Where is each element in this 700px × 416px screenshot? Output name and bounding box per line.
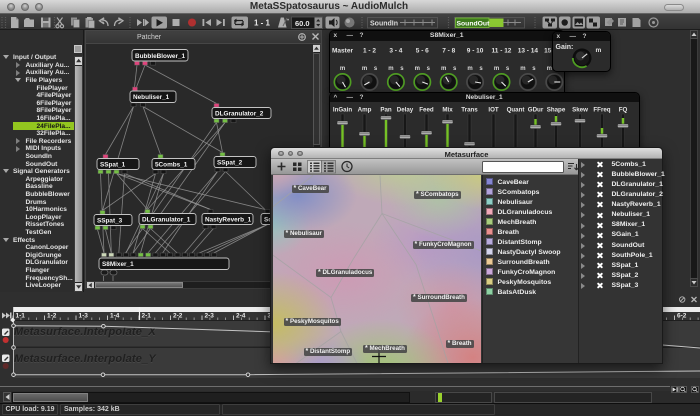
svg-text:SSpat_1: SSpat_1 (100, 162, 126, 169)
svg-text:5 - 6: 5 - 6 (415, 48, 428, 55)
svg-text:s: s (505, 66, 509, 72)
svg-text:s: s (532, 66, 536, 72)
svg-text:Amp: Amp (357, 107, 371, 114)
svg-text:S8Mixer_1: S8Mixer_1 (102, 261, 134, 268)
svg-text:11 - 12: 11 - 12 (491, 48, 511, 55)
svg-text:FFreq: FFreq (593, 107, 610, 114)
svg-text:s: s (479, 66, 483, 72)
svg-text:DLGranulator_1: DLGranulator_1 (142, 217, 191, 224)
svg-text:m: m (361, 66, 366, 72)
svg-text:7 - 8: 7 - 8 (442, 48, 455, 55)
svg-text:60.0: 60.0 (295, 18, 310, 27)
svg-text:9 - 10: 9 - 10 (466, 48, 483, 55)
svg-text:s: s (373, 66, 377, 72)
svg-text:m: m (467, 66, 472, 72)
svg-text:SSpat_3: SSpat_3 (97, 218, 123, 225)
svg-text:5Combs_1: 5Combs_1 (155, 162, 188, 169)
svg-text:Feed: Feed (419, 107, 434, 114)
svg-text:Pan: Pan (380, 107, 392, 114)
svg-text:Trans: Trans (461, 107, 478, 114)
svg-text:m: m (388, 66, 393, 72)
svg-text:s: s (400, 66, 404, 72)
svg-text:Nebuliser_1: Nebuliser_1 (133, 94, 170, 101)
svg-text:Delay: Delay (396, 107, 413, 114)
svg-text:Shape: Shape (546, 107, 565, 114)
svg-text:13 - 14: 13 - 14 (517, 48, 538, 55)
svg-text:FQ: FQ (618, 107, 627, 114)
svg-text:m: m (520, 66, 525, 72)
svg-text:Quant: Quant (506, 107, 524, 114)
svg-text:InGain: InGain (332, 107, 351, 114)
svg-text:SSpat_2: SSpat_2 (217, 160, 243, 167)
svg-text:SoundIn: SoundIn (370, 20, 398, 27)
svg-text:BubbleBlower_1: BubbleBlower_1 (135, 53, 186, 60)
svg-text:NastyReverb_1: NastyReverb_1 (205, 217, 252, 224)
svg-text:1 - 1: 1 - 1 (254, 18, 271, 27)
svg-text:Skew: Skew (572, 107, 588, 114)
svg-text:SoundOut: SoundOut (457, 20, 491, 27)
svg-text:m: m (441, 66, 446, 72)
svg-text:3 - 4: 3 - 4 (389, 48, 402, 55)
svg-text:Master: Master (332, 48, 353, 55)
svg-text:m: m (339, 66, 344, 72)
svg-text:Mix: Mix (442, 107, 453, 114)
svg-text:s: s (453, 66, 457, 72)
svg-text:m: m (414, 66, 419, 72)
svg-text:IOT: IOT (488, 107, 499, 114)
svg-text:m: m (493, 66, 498, 72)
svg-text:m: m (546, 66, 551, 72)
svg-text:s: s (426, 66, 430, 72)
svg-text:DLGranulator_2: DLGranulator_2 (215, 111, 264, 118)
svg-text:GDur: GDur (527, 107, 543, 114)
svg-text:1 - 2: 1 - 2 (362, 48, 375, 55)
svg-text:•: • (287, 18, 289, 24)
